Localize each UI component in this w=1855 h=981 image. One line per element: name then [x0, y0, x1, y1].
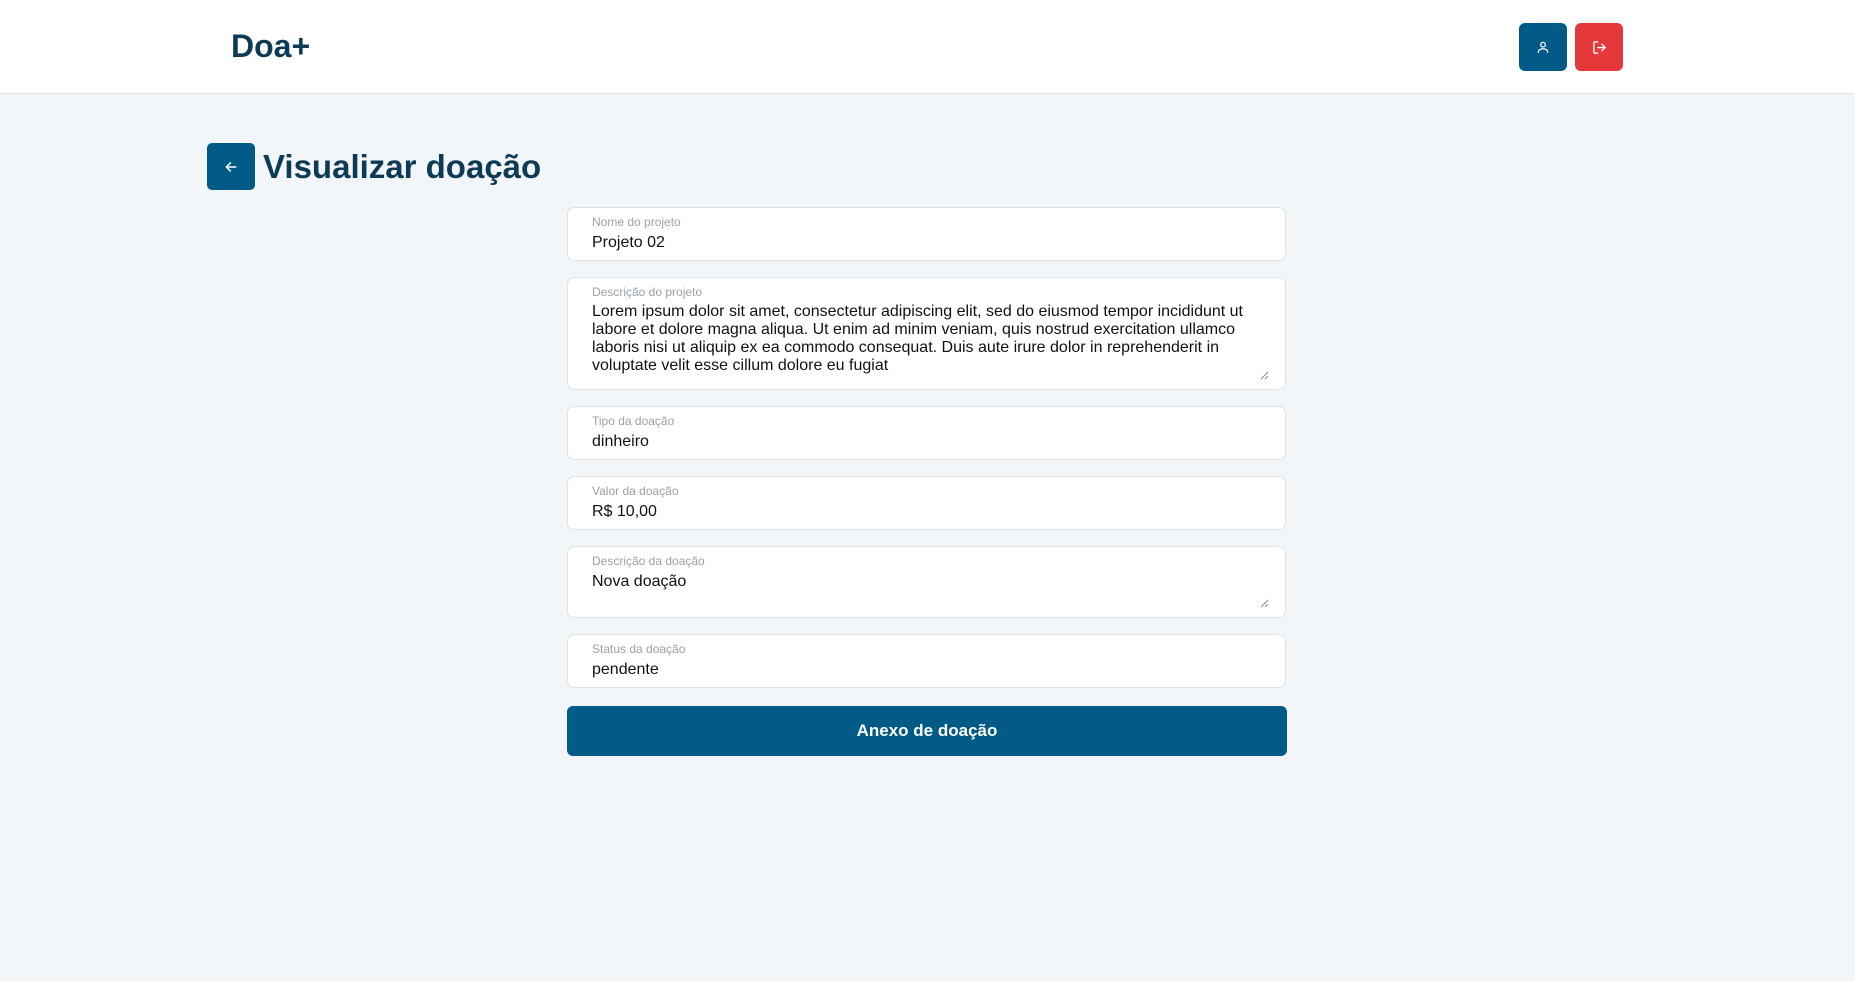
project-name-label: Nome do projeto — [592, 215, 681, 229]
project-description-field[interactable]: Descrição do projeto Lorem ipsum dolor s… — [567, 277, 1286, 390]
project-name-value[interactable]: Projeto 02 — [592, 234, 1261, 252]
project-name-field[interactable]: Nome do projeto Projeto 02 — [567, 207, 1286, 261]
donation-description-label: Descrição da doação — [592, 554, 705, 568]
project-description-label: Descrição do projeto — [592, 285, 703, 299]
user-icon — [1537, 41, 1549, 53]
resize-handle-icon[interactable] — [1260, 371, 1269, 380]
donation-value-value[interactable]: R$ 10,00 — [592, 503, 1261, 521]
donation-description-field[interactable]: Descrição da doação Nova doação — [567, 546, 1286, 618]
profile-button[interactable] — [1519, 23, 1567, 71]
back-button[interactable] — [207, 143, 255, 190]
donation-description-value[interactable]: Nova doação — [592, 573, 1261, 591]
resize-handle-icon[interactable] — [1260, 599, 1269, 608]
logout-button[interactable] — [1575, 23, 1623, 71]
donation-type-label: Tipo da doação — [592, 414, 675, 428]
donation-status-label: Status da doação — [592, 642, 686, 656]
top-navbar: Doa+ — [0, 0, 1855, 94]
donation-type-field[interactable]: Tipo da doação dinheiro — [567, 406, 1286, 460]
arrow-left-icon — [225, 161, 237, 172]
donation-value-label: Valor da doação — [592, 484, 679, 498]
project-description-value[interactable]: Lorem ipsum dolor sit amet, consectetur … — [592, 303, 1251, 375]
donation-type-value[interactable]: dinheiro — [592, 433, 1261, 451]
logout-icon — [1592, 40, 1606, 54]
donation-attachment-button[interactable]: Anexo de doação — [567, 706, 1287, 756]
donation-status-field[interactable]: Status da doação pendente — [567, 634, 1286, 688]
page-title: Visualizar doação — [263, 148, 542, 185]
brand-logo[interactable]: Doa+ — [231, 26, 310, 66]
donation-value-field[interactable]: Valor da doação R$ 10,00 — [567, 476, 1286, 530]
donation-status-value[interactable]: pendente — [592, 661, 1261, 679]
